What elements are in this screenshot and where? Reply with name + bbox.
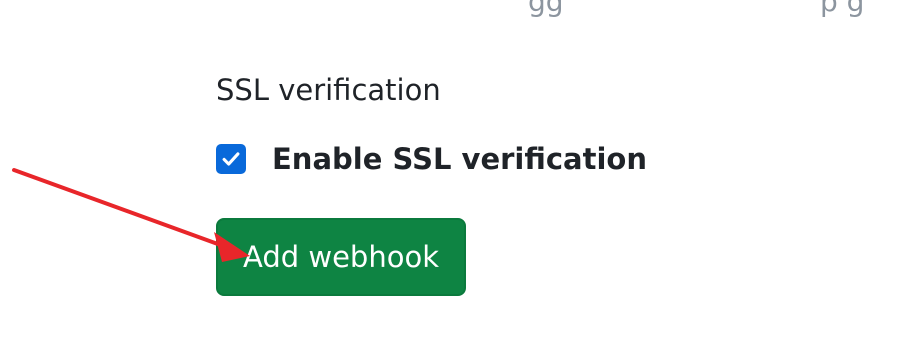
- ssl-checkbox-row[interactable]: Enable SSL verification: [216, 142, 647, 176]
- add-webhook-button[interactable]: Add webhook: [216, 218, 466, 296]
- enable-ssl-checkbox[interactable]: [216, 144, 246, 174]
- enable-ssl-label[interactable]: Enable SSL verification: [272, 142, 647, 176]
- checkmark-icon: [222, 152, 240, 166]
- cropped-previous-text: gg p g: [528, 0, 865, 18]
- ssl-verification-heading: SSL verification: [216, 73, 441, 107]
